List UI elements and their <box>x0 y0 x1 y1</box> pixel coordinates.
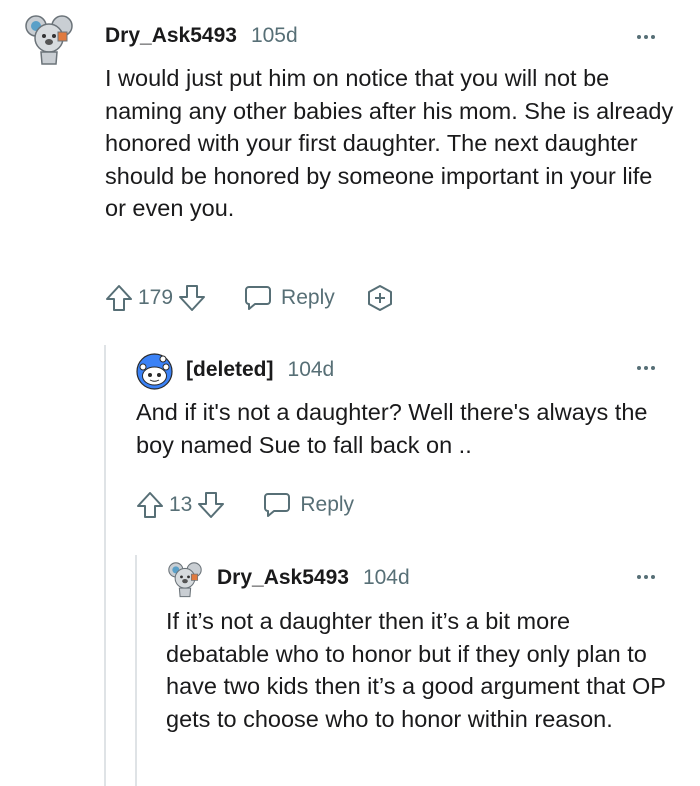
more-options-icon[interactable] <box>637 35 655 39</box>
vote-count: 179 <box>138 286 174 309</box>
upvote-icon[interactable] <box>104 283 134 313</box>
reply-button[interactable]: Reply <box>262 491 354 519</box>
koala-avatar-icon[interactable] <box>166 560 204 598</box>
comment-1-actions: 179 Reply <box>104 283 395 313</box>
comment-3-header: Dry_Ask5493 104d <box>217 566 410 590</box>
vote-count: 13 <box>169 493 193 516</box>
more-options-icon[interactable] <box>637 575 655 579</box>
comment-bubble-icon <box>245 286 272 310</box>
downvote-icon[interactable] <box>177 283 207 313</box>
comment-age[interactable]: 104d <box>363 566 410 590</box>
username[interactable]: [deleted] <box>186 358 274 382</box>
username[interactable]: Dry_Ask5493 <box>105 24 237 48</box>
username[interactable]: Dry_Ask5493 <box>217 566 349 590</box>
comment-1-header: Dry_Ask5493 105d <box>105 24 298 48</box>
comment-body: And if it's not a daughter? Well there's… <box>136 399 648 458</box>
comment-age[interactable]: 105d <box>251 24 298 48</box>
comment-body: If it’s not a daughter then it’s a bit m… <box>166 608 666 732</box>
koala-avatar-icon[interactable] <box>22 12 76 66</box>
upvote-icon[interactable] <box>135 490 165 520</box>
reply-button[interactable]: Reply <box>243 284 335 312</box>
thread-line-level-2[interactable] <box>135 555 137 786</box>
reply-label: Reply <box>300 493 355 516</box>
comment-2-actions: 13 Reply <box>135 490 354 520</box>
thread-line-level-1[interactable] <box>104 345 106 786</box>
comment-bubble-icon <box>264 493 291 517</box>
award-button[interactable] <box>365 283 395 313</box>
comment-age[interactable]: 104d <box>288 358 335 382</box>
comment-body: I would just put him on notice that you … <box>105 65 674 221</box>
more-options-icon[interactable] <box>637 366 655 370</box>
reply-label: Reply <box>281 286 335 309</box>
comment-2-header: [deleted] 104d <box>186 358 334 382</box>
snoo-avatar-icon[interactable] <box>136 353 173 390</box>
award-plus-icon <box>367 285 392 311</box>
downvote-icon[interactable] <box>196 490 226 520</box>
